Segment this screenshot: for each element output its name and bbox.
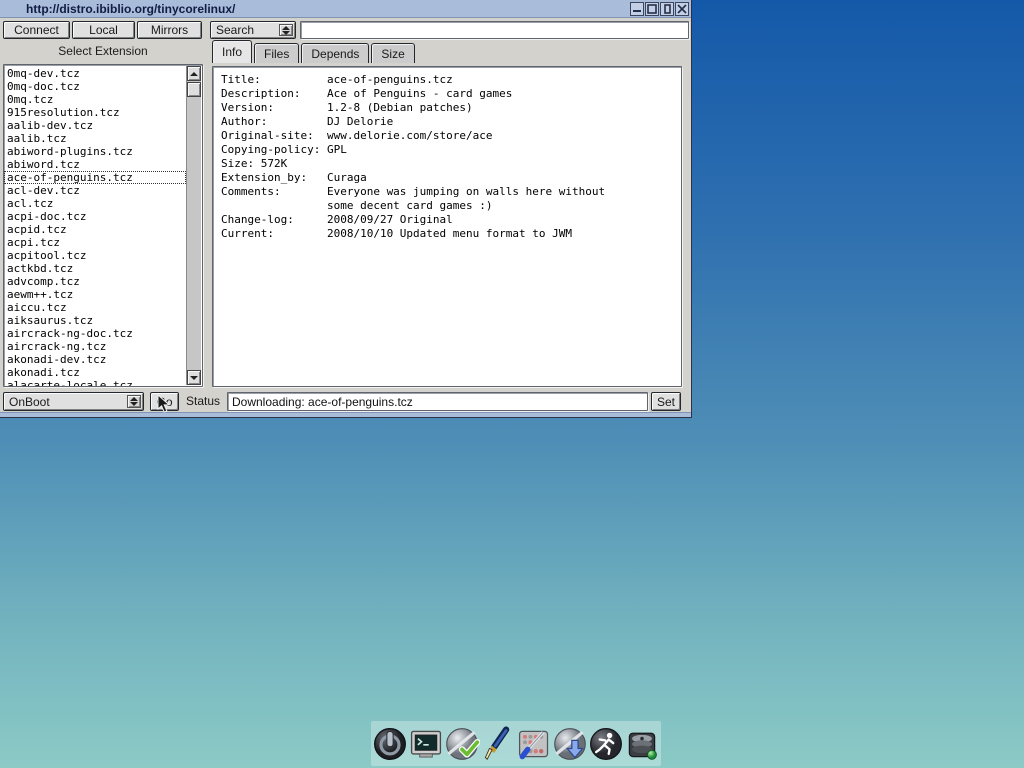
info-line: Description: Ace of Penguins - card game… — [221, 87, 681, 101]
list-item[interactable]: aircrack-ng-doc.tcz — [4, 327, 186, 340]
dropdown-arrows-icon — [127, 395, 141, 408]
info-line: Size: 572K — [221, 157, 681, 171]
dropdown-arrows-icon — [279, 24, 293, 36]
mirrors-button[interactable]: Mirrors — [137, 21, 202, 39]
window-title: http://distro.ibiblio.org/tinycorelinux/ — [0, 2, 235, 16]
info-line: Original-site: www.delorie.com/store/ace — [221, 129, 681, 143]
appbrowser-window: http://distro.ibiblio.org/tinycorelinux/… — [0, 0, 692, 418]
maximize-button[interactable] — [645, 2, 659, 16]
set-button[interactable]: Set — [651, 392, 681, 411]
list-item[interactable]: abiword.tcz — [4, 158, 186, 171]
list-item[interactable]: akonadi.tcz — [4, 366, 186, 379]
minimize-button[interactable] — [630, 2, 644, 16]
list-scrollbar[interactable] — [186, 66, 201, 385]
close-button[interactable] — [675, 2, 689, 16]
mount-disk-icon[interactable] — [624, 723, 660, 765]
onboot-dropdown[interactable]: OnBoot — [3, 392, 144, 411]
desktop: http://distro.ibiblio.org/tinycorelinux/… — [0, 0, 1024, 768]
list-item[interactable]: alacarte-locale.tcz — [4, 379, 186, 387]
titlebar-buttons — [629, 2, 689, 16]
window-bottom-border — [0, 412, 691, 417]
info-line: some decent card games :) — [221, 199, 681, 213]
scroll-down-button[interactable] — [187, 370, 201, 385]
list-item[interactable]: abiword-plugins.tcz — [4, 145, 186, 158]
list-item[interactable]: acl.tcz — [4, 197, 186, 210]
minimize-icon — [632, 4, 642, 14]
select-extension-label: Select Extension — [0, 44, 206, 58]
apps-download-icon[interactable] — [552, 723, 588, 765]
tab-info[interactable]: Info — [212, 40, 252, 63]
editor-brush-icon[interactable] — [480, 723, 516, 765]
audit-check-icon[interactable] — [444, 723, 480, 765]
tab-depends[interactable]: Depends — [301, 43, 369, 63]
list-item[interactable]: acpi-doc.tcz — [4, 210, 186, 223]
titlebar[interactable]: http://distro.ibiblio.org/tinycorelinux/ — [0, 0, 691, 18]
list-item[interactable]: aiccu.tcz — [4, 301, 186, 314]
info-line: Title: ace-of-penguins.tcz — [221, 73, 681, 87]
info-line: Current: 2008/10/10 Updated menu format … — [221, 227, 681, 241]
info-line: Author: DJ Delorie — [221, 115, 681, 129]
arrow-down-icon — [190, 376, 198, 380]
list-item[interactable]: acl-dev.tcz — [4, 184, 186, 197]
list-item[interactable]: aalib-dev.tcz — [4, 119, 186, 132]
list-item[interactable]: 915resolution.tcz — [4, 106, 186, 119]
local-button[interactable]: Local — [72, 21, 135, 39]
list-item[interactable]: 0mq.tcz — [4, 93, 186, 106]
restore-icon — [662, 4, 672, 14]
tab-bar: InfoFilesDependsSize — [212, 40, 415, 63]
terminal-icon[interactable] — [408, 723, 444, 765]
tab-files[interactable]: Files — [254, 43, 299, 63]
tab-size[interactable]: Size — [371, 43, 414, 63]
list-item[interactable]: aircrack-ng.tcz — [4, 340, 186, 353]
status-field[interactable] — [227, 392, 648, 411]
scrollbar-thumb[interactable] — [187, 82, 201, 97]
list-item[interactable]: ace-of-penguins.tcz — [4, 171, 186, 184]
list-item[interactable]: 0mq-dev.tcz — [4, 67, 186, 80]
list-item[interactable]: 0mq-doc.tcz — [4, 80, 186, 93]
info-line: Extension_by: Curaga — [221, 171, 681, 185]
scroll-up-button[interactable] — [187, 66, 201, 81]
connect-button[interactable]: Connect — [3, 21, 70, 39]
list-item[interactable]: actkbd.tcz — [4, 262, 186, 275]
list-item[interactable]: acpitool.tcz — [4, 249, 186, 262]
info-line: Change-log: 2008/09/27 Original — [221, 213, 681, 227]
extension-list[interactable]: 0mq-dev.tcz0mq-doc.tcz0mq.tcz915resoluti… — [3, 64, 203, 387]
list-item[interactable]: aiksaurus.tcz — [4, 314, 186, 327]
info-panel: Title: ace-of-penguins.tczDescription: A… — [212, 66, 682, 387]
arrow-up-icon — [190, 72, 198, 76]
go-button[interactable]: Go — [150, 392, 179, 411]
list-item[interactable]: acpi.tcz — [4, 236, 186, 249]
list-item[interactable]: aalib.tcz — [4, 132, 186, 145]
status-label: Status — [186, 392, 220, 411]
list-item[interactable]: advcomp.tcz — [4, 275, 186, 288]
dock — [371, 721, 661, 766]
run-icon[interactable] — [588, 723, 624, 765]
list-item[interactable]: acpid.tcz — [4, 223, 186, 236]
list-item[interactable]: aewm++.tcz — [4, 288, 186, 301]
info-line: Version: 1.2-8 (Debian patches) — [221, 101, 681, 115]
close-icon — [677, 4, 687, 14]
info-line: Copying-policy: GPL — [221, 143, 681, 157]
power-icon[interactable] — [372, 723, 408, 765]
restore-button[interactable] — [660, 2, 674, 16]
maximize-icon — [647, 4, 657, 14]
search-mode-dropdown[interactable]: Search — [210, 21, 296, 39]
info-line: Comments: Everyone was jumping on walls … — [221, 185, 681, 199]
list-item[interactable]: akonadi-dev.tcz — [4, 353, 186, 366]
control-panel-icon[interactable] — [516, 723, 552, 765]
search-input[interactable] — [300, 21, 689, 39]
